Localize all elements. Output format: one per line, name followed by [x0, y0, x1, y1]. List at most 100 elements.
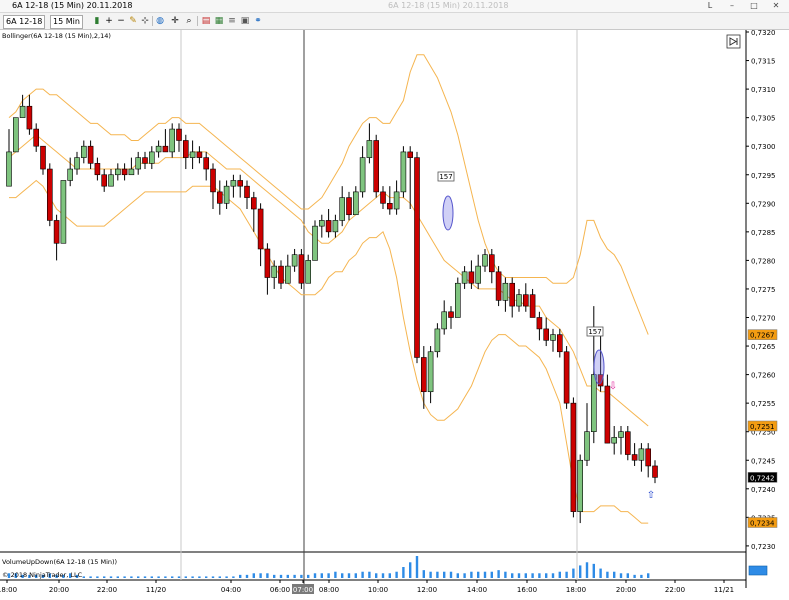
x-tick-label: 20:00 — [49, 586, 69, 594]
candle-bear — [652, 465, 658, 478]
candle-bull — [115, 168, 121, 176]
volume-bar — [436, 571, 439, 578]
candle-bull — [427, 351, 434, 393]
candle-bear — [420, 357, 427, 393]
candle-bull — [359, 157, 366, 193]
volume-bar — [470, 571, 473, 578]
candle-bear — [604, 385, 611, 444]
volume-bar — [402, 567, 405, 578]
candle-bear — [33, 128, 40, 147]
y-tick-label: 0,7230 — [751, 543, 776, 551]
candle-bull — [352, 191, 359, 216]
x-tick-label: 22:00 — [665, 586, 685, 594]
candle-bear — [53, 220, 60, 244]
annotation-label: 157 — [588, 328, 601, 336]
volume-bar — [177, 576, 181, 578]
candle-bear — [414, 157, 420, 358]
candle-bear — [509, 282, 516, 307]
candle-bull — [60, 180, 67, 244]
y-tick-label: 0,7320 — [751, 29, 776, 37]
candle-bull — [284, 265, 291, 284]
candle-bull — [6, 151, 12, 187]
y-tick-label: 0,7285 — [751, 229, 776, 237]
volume-bar — [613, 571, 616, 578]
annotation-label: 157 — [439, 173, 452, 181]
candle-bear — [121, 168, 128, 176]
volume-bar — [191, 576, 194, 578]
candle-bear — [495, 271, 502, 301]
volume-bar — [225, 576, 228, 578]
candle-bear — [251, 197, 257, 210]
candle-bull — [454, 282, 461, 318]
candle-bull — [291, 254, 298, 267]
volume-bar — [599, 568, 602, 578]
x-tick-label: 04:00 — [221, 586, 241, 594]
middle-band-price-label: 0,7251 — [750, 423, 775, 431]
bollinger-indicator-label: Bollinger(6A 12-18 (15 Min),2,14) — [2, 32, 111, 40]
x-tick-label: 14:00 — [467, 586, 487, 594]
volume-bar — [341, 573, 344, 578]
panel-toggle-icon[interactable] — [726, 34, 741, 49]
candle-bear — [468, 271, 475, 284]
x-tick-label: 10:00 — [368, 586, 388, 594]
volume-bar — [184, 576, 187, 578]
volume-bar — [477, 571, 480, 578]
volume-bar — [619, 573, 623, 578]
x-tick-label: 18:00 — [0, 586, 17, 594]
candle-bull — [502, 282, 509, 301]
candle-bull — [339, 197, 346, 221]
candle-bear — [556, 334, 563, 353]
volume-bar — [327, 573, 330, 578]
candle-bear — [488, 254, 495, 273]
volume-bar — [157, 576, 160, 578]
y-tick-label: 0,7310 — [751, 86, 776, 94]
candle-bull — [618, 431, 624, 438]
x-tick-label: 12:00 — [417, 586, 437, 594]
candle-bear — [645, 448, 652, 467]
candle-bear — [448, 311, 454, 318]
volume-bar — [218, 576, 221, 578]
volume-bar — [449, 571, 453, 578]
volume-bar — [388, 573, 391, 578]
volume-bar — [307, 574, 310, 578]
candle-bear — [176, 128, 182, 141]
volume-bar — [565, 571, 568, 578]
candle-bull — [135, 157, 141, 170]
signal-ellipse — [593, 349, 605, 385]
volume-bar — [572, 568, 575, 578]
candle-bear — [278, 265, 284, 284]
candle-bear — [40, 145, 46, 170]
volume-bar — [395, 571, 398, 578]
candle-bear — [380, 191, 386, 204]
copyright-label: © 2018 NinjaTrader, LLC — [2, 571, 83, 579]
volume-bar — [273, 574, 276, 578]
candle-bull — [475, 265, 482, 284]
candle-bull — [312, 225, 318, 261]
volume-bar — [164, 576, 167, 578]
volume-bar — [375, 573, 378, 578]
volume-bar — [429, 571, 432, 578]
candle-bear — [101, 174, 107, 187]
chart-canvas[interactable]: 0,72300,72350,72400,72450,72500,72550,72… — [0, 0, 789, 600]
volume-bar — [293, 574, 296, 578]
candle-bull — [149, 151, 155, 164]
candle-bear — [325, 220, 332, 233]
volume-bar — [640, 574, 643, 578]
volume-bar — [150, 576, 153, 578]
volume-bar — [334, 571, 337, 578]
volume-bar — [368, 571, 371, 578]
candle-bear — [264, 248, 271, 278]
volume-bar — [531, 573, 534, 578]
candle-bull — [482, 254, 488, 267]
volume-bar — [239, 574, 242, 578]
volume-bar — [361, 571, 364, 578]
volume-bar — [320, 573, 323, 578]
x-tick-label: 11/20 — [146, 586, 166, 594]
volume-bar — [286, 574, 289, 578]
volume-bar — [585, 562, 589, 578]
candle-bull — [550, 334, 556, 341]
candle-bear — [298, 254, 305, 284]
volume-bar — [422, 570, 425, 578]
volume-indicator-label: VolumeUpDown(6A 12-18 (15 Min)) — [2, 558, 117, 566]
candle-bull — [577, 459, 584, 512]
